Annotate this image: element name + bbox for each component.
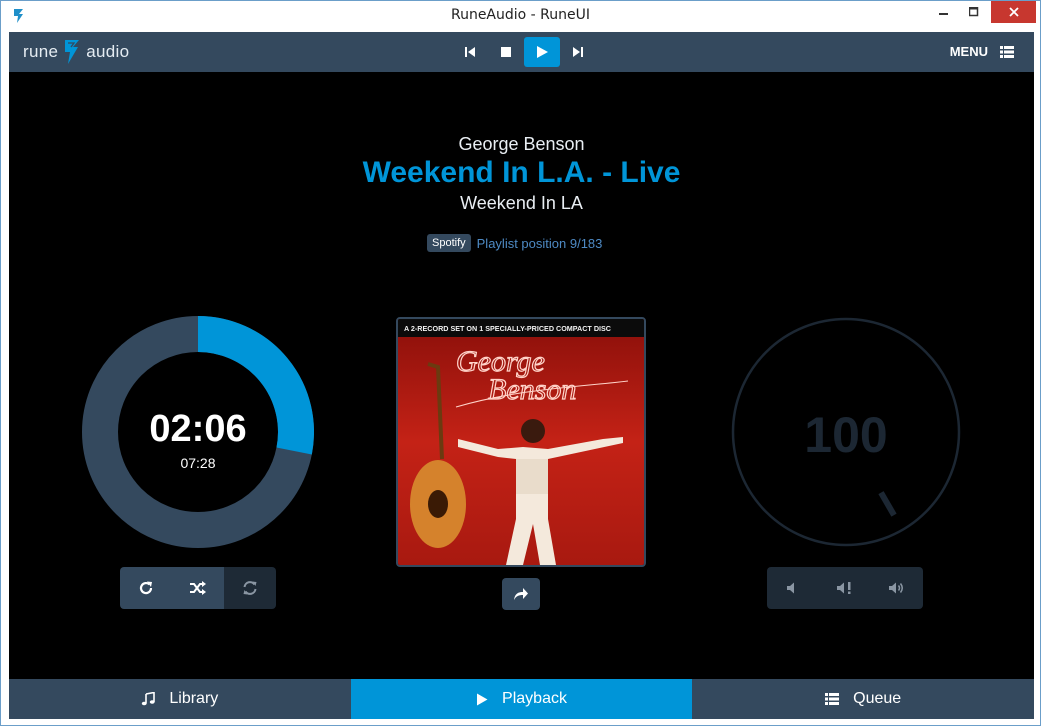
single-repeat-icon [243,581,257,595]
source-badge: Spotify [427,234,471,252]
track-meta: Spotify Playlist position 9/183 [427,234,602,252]
play-icon [477,693,488,705]
play-icon [537,46,548,58]
menu-list-icon [1000,45,1014,58]
runeui-app: rune audio MENU George Benson Weekend In… [9,32,1034,719]
close-icon [1008,7,1019,17]
tab-playback-label: Playback [502,690,567,707]
title-bar[interactable]: RuneAudio - RuneUI [1,1,1040,31]
tab-queue-label: Queue [853,690,902,707]
share-button[interactable] [502,578,540,610]
total-time: 07:28 [180,455,216,471]
rune-logo-icon [65,40,80,64]
shuffle-button[interactable] [172,567,224,609]
mute-icon [837,582,851,594]
stop-button[interactable] [488,37,524,67]
window-title: RuneAudio - RuneUI [450,7,591,23]
share-icon [514,588,528,600]
volume-down-button[interactable] [767,567,819,609]
elapsed-time: 02:06 [149,408,247,450]
minimize-button[interactable] [929,1,959,23]
tab-library[interactable]: Library [9,679,351,719]
playback-mode-controls [120,567,276,609]
playlist-position: Playlist position 9/183 [476,235,603,251]
mute-button[interactable] [819,567,871,609]
runeaudio-logo[interactable]: rune audio [23,40,129,64]
bottom-tab-bar: Library Playback Queue [9,679,1034,719]
volume-down-icon [787,582,794,594]
music-icon [142,692,156,706]
list-icon [825,693,840,705]
top-navbar: rune audio MENU [9,32,1034,72]
volume-controls [767,567,923,609]
app-window: RuneAudio - RuneUI rune audio MENU Georg… [0,0,1041,726]
previous-button[interactable] [452,37,488,67]
current-album: Weekend In LA [460,193,583,213]
next-button[interactable] [560,37,596,67]
volume-value: 100 [804,407,888,463]
current-song-title: Weekend In L.A. - Live [362,156,681,189]
repeat-button[interactable] [120,567,172,609]
volume-knob-pointer [878,491,897,517]
logo-word-rune: rune [23,42,59,61]
transport-controls [452,37,596,67]
volume-up-icon [889,582,903,594]
close-button[interactable] [991,1,1036,23]
tab-playback[interactable]: Playback [350,679,693,719]
single-repeat-button[interactable] [224,567,276,609]
next-icon [573,47,583,57]
tab-queue[interactable]: Queue [692,679,1034,719]
minimize-icon [939,13,948,15]
maximize-button[interactable] [959,1,989,23]
menu-label: MENU [949,44,988,59]
stop-icon [501,47,511,57]
album-cover-image: A 2-RECORD SET ON 1 SPECIALLY-PRICED COM… [398,319,644,565]
volume-up-button[interactable] [871,567,923,609]
logo-word-audio: audio [86,42,130,61]
tab-library-label: Library [169,690,219,707]
play-button[interactable] [524,37,560,67]
shuffle-icon [190,581,206,595]
current-artist: George Benson [458,134,585,154]
cover-artist-script-2: Benson [488,373,576,406]
album-cover-art: A 2-RECORD SET ON 1 SPECIALLY-PRICED COM… [396,317,646,567]
repeat-icon [139,581,153,595]
maximize-icon [969,7,979,17]
previous-icon [465,47,475,57]
menu-button[interactable]: MENU [950,44,1014,59]
cover-header-text: A 2-RECORD SET ON 1 SPECIALLY-PRICED COM… [404,324,611,333]
